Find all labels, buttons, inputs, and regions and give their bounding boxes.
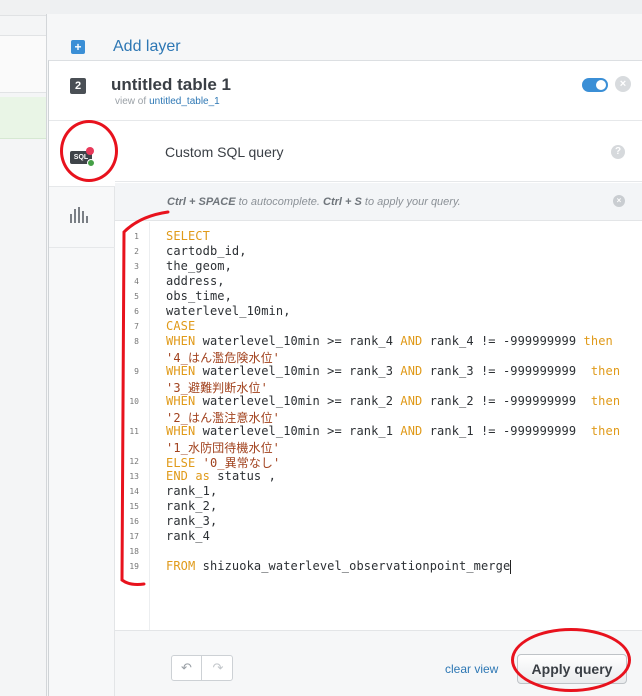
layer-header: 2 untitled table 1 view of untitled_table… <box>49 61 642 121</box>
line-number-gutter: 1 2 3 4 5 6 7 8 9 10 11 12 13 14 15 16 1… <box>115 222 150 630</box>
sql-panel: Custom SQL query ? Ctrl + SPACE to autoc… <box>115 121 642 696</box>
hint-text-apply: to apply your query. <box>361 196 461 208</box>
undo-icon[interactable]: ↶ <box>172 656 202 680</box>
line-number: 11 <box>129 427 139 436</box>
sql-panel-footer: ↶ ↷ clear view Apply query <box>115 630 642 696</box>
background-topbar <box>0 0 50 16</box>
code-line: FROM shizuoka_waterlevel_observationpoin… <box>166 559 512 574</box>
code-line: rank_4 <box>166 529 210 543</box>
text-cursor <box>510 559 512 574</box>
layer-visibility-toggle[interactable] <box>582 78 608 92</box>
code-line: WHEN waterlevel_10min >= rank_2 AND rank… <box>166 394 621 408</box>
line-number: 4 <box>134 277 139 286</box>
code-line: rank_1, <box>166 484 218 498</box>
line-number: 18 <box>129 547 139 556</box>
background-row-highlight <box>0 97 50 139</box>
code-line: WHEN waterlevel_10min >= rank_3 AND rank… <box>166 364 621 378</box>
background-row <box>0 35 50 93</box>
shortcut-hint: Ctrl + SPACE to autocomplete. Ctrl + S t… <box>115 183 642 221</box>
line-number: 14 <box>129 487 139 496</box>
help-icon[interactable]: ? <box>611 145 625 159</box>
panel-title: Custom SQL query <box>165 144 284 160</box>
line-number: 13 <box>129 472 139 481</box>
code-line: SELECT <box>166 229 210 243</box>
line-number: 15 <box>129 502 139 511</box>
hint-text-autocomplete: to autocomplete. <box>235 196 324 208</box>
code-line: END as status , <box>166 469 276 483</box>
sql-modified-dot-icon <box>86 147 94 155</box>
add-layer-label: Add layer <box>113 38 181 55</box>
bar-chart-icon <box>70 207 90 223</box>
line-number: 7 <box>134 322 139 331</box>
clear-view-link[interactable]: clear view <box>445 662 498 676</box>
map-background <box>0 0 50 696</box>
line-number: 16 <box>129 517 139 526</box>
close-hint-icon[interactable]: × <box>613 195 625 207</box>
layer-number-badge: 2 <box>70 78 86 94</box>
code-line: the_geom, <box>166 259 232 273</box>
code-line: obs_time, <box>166 289 232 303</box>
line-number: 1 <box>134 232 139 241</box>
line-number: 5 <box>134 292 139 301</box>
code-line: waterlevel_10min, <box>166 304 291 318</box>
code-line: rank_3, <box>166 514 218 528</box>
code-line: WHEN waterlevel_10min >= rank_4 AND rank… <box>166 334 613 348</box>
sql-editor[interactable]: 1 2 3 4 5 6 7 8 9 10 11 12 13 14 15 16 1… <box>115 222 642 630</box>
hint-key-apply: Ctrl + S <box>323 196 362 208</box>
line-number: 17 <box>129 532 139 541</box>
hint-key-autocomplete: Ctrl + SPACE <box>167 196 236 208</box>
add-layer-button[interactable]: + Add layer <box>46 30 642 60</box>
line-number: 8 <box>134 337 139 346</box>
layer-tool-rail: SQL <box>49 121 116 696</box>
layer-source-prefix: view of <box>115 96 147 107</box>
sql-tab[interactable]: SQL <box>49 121 116 187</box>
sql-applied-dot-icon <box>87 159 95 167</box>
redo-icon[interactable]: ↷ <box>203 656 233 680</box>
sql-panel-header: Custom SQL query ? <box>115 121 642 182</box>
line-number: 19 <box>129 562 139 571</box>
layer-card: 2 untitled table 1 view of untitled_table… <box>48 60 642 696</box>
toggle-knob <box>596 80 606 90</box>
code-line: rank_2, <box>166 499 218 513</box>
line-number: 2 <box>134 247 139 256</box>
shortcut-hint-text: Ctrl + SPACE to autocomplete. Ctrl + S t… <box>167 196 461 208</box>
layer-source-link[interactable]: untitled_table_1 <box>149 96 220 107</box>
code-line: address, <box>166 274 225 288</box>
line-number: 10 <box>129 397 139 406</box>
line-number: 9 <box>134 367 139 376</box>
plus-icon: + <box>71 40 85 54</box>
code-line: cartodb_id, <box>166 244 247 258</box>
apply-query-button[interactable]: Apply query <box>517 654 627 684</box>
line-number: 3 <box>134 262 139 271</box>
code-line: CASE <box>166 319 196 333</box>
layer-source: view of untitled_table_1 <box>115 96 220 107</box>
layer-title[interactable]: untitled table 1 <box>111 75 231 95</box>
line-number: 6 <box>134 307 139 316</box>
code-line: WHEN waterlevel_10min >= rank_1 AND rank… <box>166 424 621 438</box>
undo-redo-group: ↶ ↷ <box>171 655 233 681</box>
chart-tab[interactable] <box>49 188 115 248</box>
close-layer-icon[interactable]: × <box>615 76 631 92</box>
line-number: 12 <box>129 457 139 466</box>
